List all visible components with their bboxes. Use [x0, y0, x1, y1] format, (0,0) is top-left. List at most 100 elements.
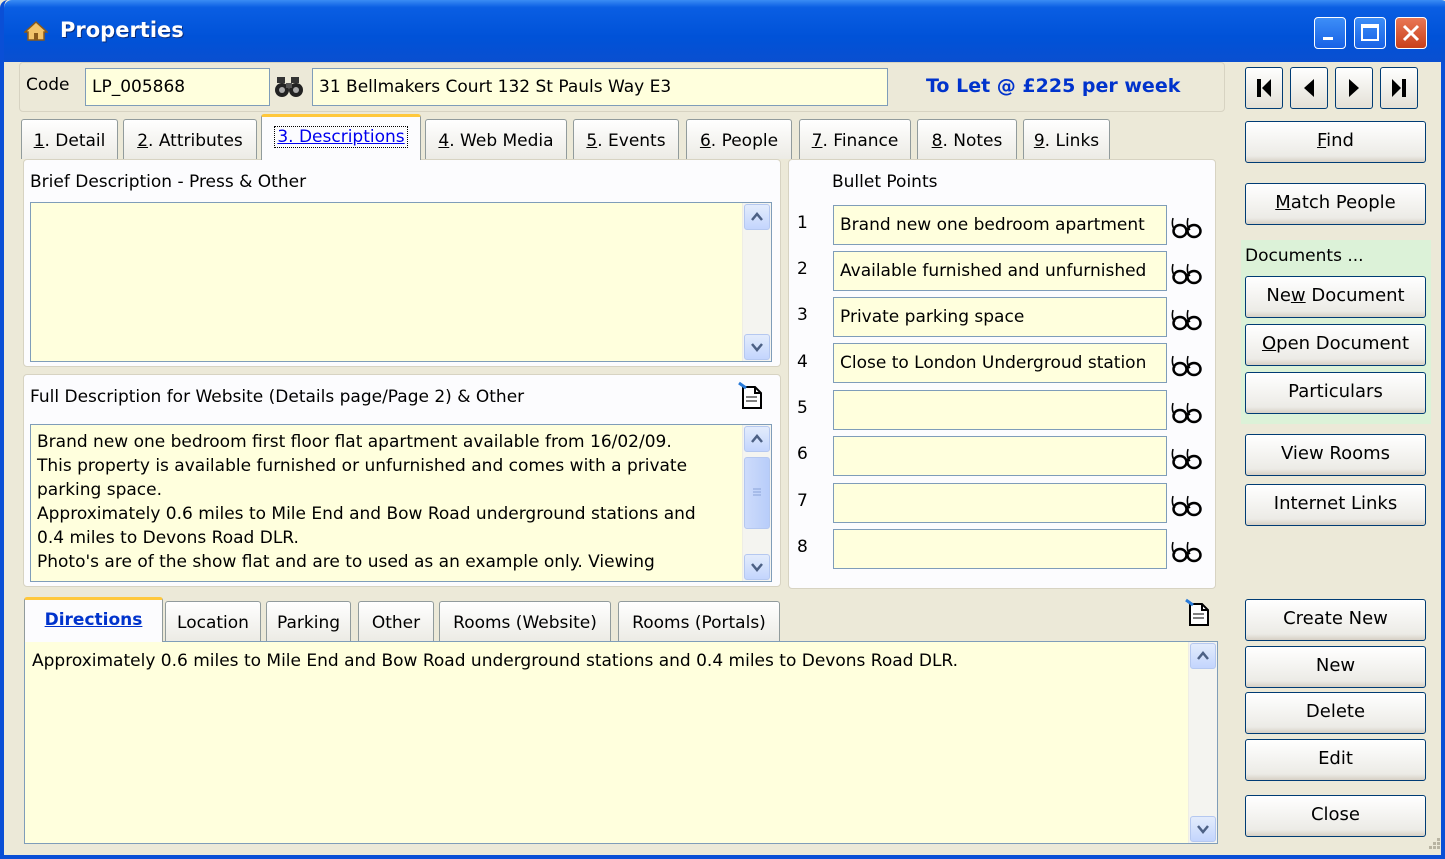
bullet-points-label: Bullet Points [832, 172, 938, 192]
scroll-down-button[interactable] [744, 554, 770, 580]
find-button[interactable]: Find [1245, 121, 1426, 163]
code-field[interactable]: LP_005868 [85, 68, 270, 106]
brief-description-textarea[interactable] [30, 202, 772, 362]
full-description-line: 0.4 miles to Devons Road DLR. [37, 528, 299, 548]
subtab-location[interactable]: Location [165, 601, 261, 641]
subtab-rooms-portals[interactable]: Rooms (Portals) [618, 601, 780, 641]
bullet-field-8[interactable] [833, 529, 1167, 569]
tab-links[interactable]: 9. Links [1023, 119, 1110, 159]
bullet-field-4[interactable]: Close to London Undergroud station [833, 343, 1167, 383]
particulars-button[interactable]: Particulars [1245, 372, 1426, 414]
chevron-down-icon [751, 343, 763, 352]
tab-web-media[interactable]: 4. Web Media [425, 119, 567, 159]
first-icon [1257, 79, 1271, 97]
document-edit-icon[interactable] [737, 381, 765, 411]
open-document-button[interactable]: Open Document [1245, 324, 1426, 366]
next-icon [1349, 79, 1359, 97]
code-label: Code [26, 75, 70, 95]
full-description-textarea[interactable]: Brand new one bedroom first floor flat a… [30, 424, 772, 582]
tab-notes[interactable]: 8. Notes [917, 119, 1017, 159]
full-description-line: This property is available furnished or … [37, 456, 688, 476]
previous-record-button[interactable] [1290, 67, 1328, 109]
bullet-number: 7 [797, 491, 808, 511]
bullet-field-7[interactable] [833, 483, 1167, 523]
last-record-button[interactable] [1380, 67, 1418, 109]
glasses-icon[interactable] [1170, 352, 1204, 378]
house-icon [24, 20, 48, 41]
resize-grip-icon[interactable] [1422, 834, 1442, 854]
new-button[interactable]: New [1245, 646, 1426, 688]
scroll-up-button[interactable] [744, 204, 770, 230]
binoculars-icon[interactable] [274, 75, 306, 99]
chevron-up-icon [751, 212, 763, 221]
window-title: Properties [60, 18, 184, 42]
glasses-icon[interactable] [1170, 306, 1204, 332]
subtab-directions[interactable]: Directions [24, 597, 163, 642]
create-new-button[interactable]: Create New [1245, 599, 1426, 641]
chevron-up-icon [751, 434, 763, 443]
match-people-button[interactable]: Match People [1245, 183, 1426, 225]
close-icon [1402, 24, 1420, 42]
minimize-button[interactable] [1314, 17, 1346, 49]
tab-detail[interactable]: 1. Detail [21, 119, 118, 159]
tab-people[interactable]: 6. People [686, 119, 792, 159]
bullet-field-6[interactable] [833, 436, 1167, 476]
directions-textarea[interactable]: Approximately 0.6 miles to Mile End and … [24, 641, 1218, 844]
properties-window: Properties Code LP_005868 31 Bellmakers … [0, 0, 1445, 859]
internet-links-button[interactable]: Internet Links [1245, 484, 1426, 526]
glasses-icon[interactable] [1170, 399, 1204, 425]
documents-label: Documents ... [1245, 246, 1364, 266]
subtab-other[interactable]: Other [358, 601, 434, 641]
tab-attributes[interactable]: 2. Attributes [123, 119, 257, 159]
bullet-number: 2 [797, 259, 808, 279]
bullet-number: 5 [797, 398, 808, 418]
full-description-line: Approximately 0.6 miles to Mile End and … [37, 504, 696, 524]
status-text: To Let @ £225 per week [926, 75, 1181, 97]
full-description-line: Brand new one bedroom first floor flat a… [37, 432, 672, 452]
last-icon [1392, 79, 1406, 97]
view-rooms-button[interactable]: View Rooms [1245, 434, 1426, 476]
next-record-button[interactable] [1335, 67, 1373, 109]
subtab-rooms-website[interactable]: Rooms (Website) [439, 601, 611, 641]
directions-text: Approximately 0.6 miles to Mile End and … [32, 651, 959, 671]
brief-scrollbar[interactable] [742, 203, 771, 361]
scroll-thumb[interactable] [744, 457, 770, 529]
new-document-button[interactable]: New Document [1245, 276, 1426, 318]
document-edit-icon[interactable] [1184, 598, 1212, 628]
brief-description-label: Brief Description - Press & Other [30, 172, 307, 192]
edit-button[interactable]: Edit [1245, 739, 1426, 781]
subtab-parking[interactable]: Parking [266, 601, 351, 641]
bullet-number: 4 [797, 352, 808, 372]
bullet-number: 6 [797, 444, 808, 464]
glasses-icon[interactable] [1170, 538, 1204, 564]
tab-events[interactable]: 5. Events [573, 119, 679, 159]
address-field[interactable]: 31 Bellmakers Court 132 St Pauls Way E3 [312, 68, 888, 106]
full-scrollbar[interactable] [742, 425, 771, 581]
close-window-button[interactable] [1395, 17, 1427, 49]
bullet-number: 3 [797, 305, 808, 325]
scroll-up-button[interactable] [1190, 643, 1216, 669]
delete-button[interactable]: Delete [1245, 692, 1426, 734]
previous-icon [1304, 79, 1314, 97]
maximize-button[interactable] [1354, 17, 1386, 49]
scroll-down-button[interactable] [1190, 816, 1216, 842]
bullet-field-3[interactable]: Private parking space [833, 297, 1167, 337]
tab-descriptions[interactable]: 3. Descriptions [261, 114, 421, 160]
glasses-icon[interactable] [1170, 445, 1204, 471]
glasses-icon[interactable] [1170, 260, 1204, 286]
scroll-down-button[interactable] [744, 334, 770, 360]
glasses-icon[interactable] [1170, 214, 1204, 240]
bullet-field-2[interactable]: Available furnished and unfurnished [833, 251, 1167, 291]
close-button[interactable]: Close [1245, 795, 1426, 837]
title-bar[interactable]: Properties [4, 0, 1445, 62]
directions-scrollbar[interactable] [1188, 642, 1217, 843]
bullet-number: 1 [797, 213, 808, 233]
glasses-icon[interactable] [1170, 492, 1204, 518]
full-description-label: Full Description for Website (Details pa… [30, 387, 525, 407]
bullet-field-5[interactable] [833, 390, 1167, 430]
tab-finance[interactable]: 7. Finance [799, 119, 911, 159]
bullet-field-1[interactable]: Brand new one bedroom apartment [833, 205, 1167, 245]
chevron-up-icon [1197, 651, 1209, 660]
scroll-up-button[interactable] [744, 426, 770, 452]
first-record-button[interactable] [1245, 67, 1283, 109]
